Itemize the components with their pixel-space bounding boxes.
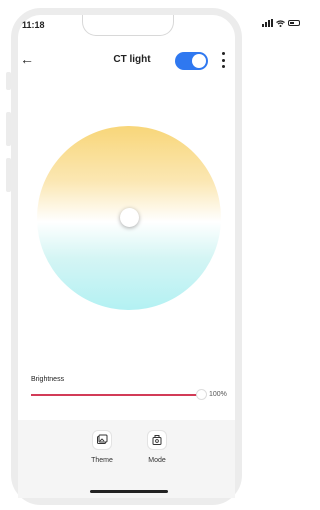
brightness-value: 100% <box>209 391 227 398</box>
tab-mode-label: Mode <box>148 457 166 464</box>
back-arrow-icon[interactable]: ← <box>20 52 34 66</box>
signal-icon <box>262 19 273 27</box>
tab-theme-label: Theme <box>91 457 113 464</box>
brightness-label: Brightness <box>31 376 65 383</box>
phone-notch <box>82 15 174 36</box>
wifi-icon <box>276 19 285 27</box>
tab-mode[interactable]: Mode <box>142 430 172 464</box>
more-options-icon[interactable] <box>220 52 226 68</box>
power-toggle[interactable] <box>175 52 208 70</box>
brightness-slider-handle[interactable] <box>196 389 207 400</box>
theme-icon <box>92 430 112 450</box>
brightness-slider[interactable] <box>31 394 203 396</box>
tab-theme[interactable]: Theme <box>87 430 117 464</box>
bottom-panel <box>18 420 235 498</box>
page-title: CT light <box>113 54 151 65</box>
mode-icon <box>147 430 167 450</box>
home-indicator <box>90 490 168 493</box>
status-icons <box>262 19 300 27</box>
battery-icon <box>288 20 300 26</box>
brightness-slider-fill <box>31 394 203 396</box>
toggle-knob <box>192 54 206 68</box>
color-temperature-handle[interactable] <box>120 208 139 227</box>
status-time: 11:18 <box>22 20 45 30</box>
